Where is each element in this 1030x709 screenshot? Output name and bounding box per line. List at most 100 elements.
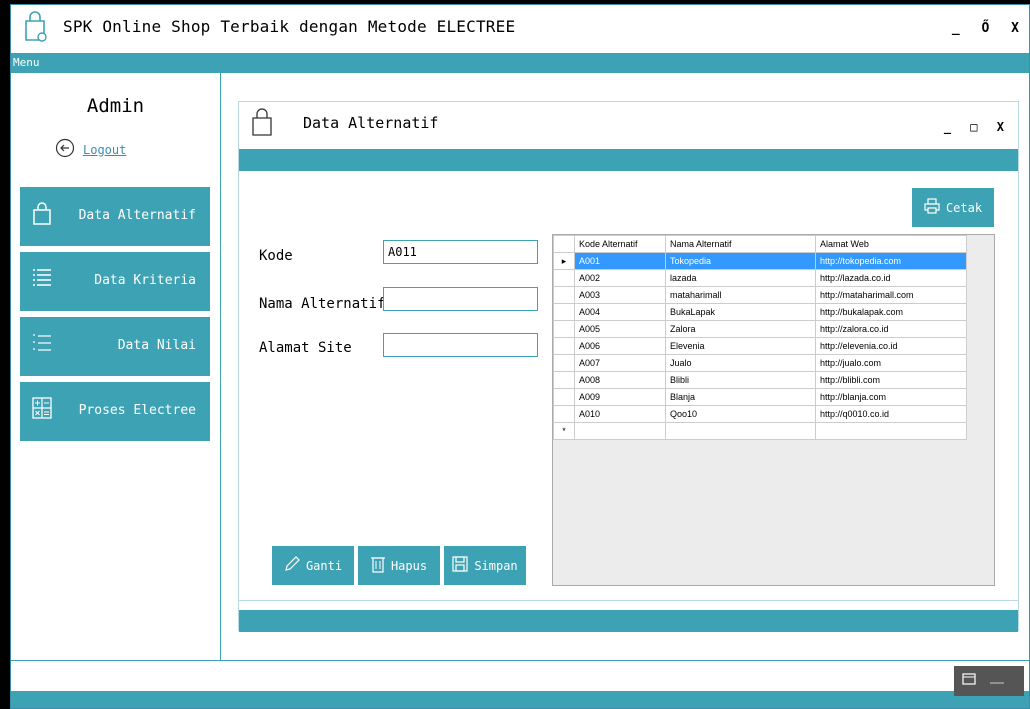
nama-alternatif-input[interactable]	[383, 287, 538, 311]
kode-input[interactable]	[383, 240, 538, 264]
table-cell[interactable]: mataharimall	[665, 286, 816, 304]
table-row[interactable]: A006 Elevenia http://elevenia.co.id	[553, 337, 967, 355]
app-window: SPK Online Shop Terbaik dengan Metode EL…	[10, 4, 1030, 709]
table-cell[interactable]	[815, 422, 967, 440]
row-selector[interactable]	[553, 388, 575, 406]
table-cell[interactable]: Jualo	[665, 354, 816, 372]
table-cell[interactable]: http://mataharimall.com	[815, 286, 967, 304]
row-selector[interactable]	[553, 286, 575, 304]
table-row[interactable]: A009 Blanja http://blanja.com	[553, 388, 967, 406]
close-button[interactable]: X	[1011, 21, 1019, 36]
table-cell[interactable]: A005	[574, 320, 666, 338]
maximize-button[interactable]: □	[970, 120, 977, 134]
table-cell[interactable]: Tokopedia	[665, 252, 816, 270]
sidebar-item-proses-electree[interactable]: Proses Electree	[20, 382, 210, 441]
table-cell[interactable]: http://zalora.co.id	[815, 320, 967, 338]
title-bar: SPK Online Shop Terbaik dengan Metode EL…	[11, 5, 1029, 53]
table-cell[interactable]: A001	[574, 252, 666, 270]
column-header[interactable]: Alamat Web	[815, 235, 967, 253]
row-selector[interactable]	[553, 354, 575, 372]
table-cell[interactable]: http://lazada.co.id	[815, 269, 967, 287]
alamat-site-input[interactable]	[383, 333, 538, 357]
minimize-button[interactable]: _	[944, 120, 951, 134]
row-selector[interactable]	[553, 320, 575, 338]
window-restore-icon[interactable]	[962, 673, 976, 689]
arrow-left-icon[interactable]	[55, 138, 75, 162]
list-icon	[32, 267, 52, 293]
table-cell[interactable]: A004	[574, 303, 666, 321]
numbered-list-icon	[32, 332, 52, 358]
table-cell[interactable]	[665, 422, 816, 440]
new-row[interactable]: *	[553, 422, 967, 440]
sidebar-item-data-alternatif[interactable]: Data Alternatif	[20, 187, 210, 246]
table-cell[interactable]: Elevenia	[665, 337, 816, 355]
table-row[interactable]: A010 Qoo10 http://q0010.co.id	[553, 405, 967, 423]
table-cell[interactable]: A009	[574, 388, 666, 406]
data-grid[interactable]: Kode Alternatif Nama Alternatif Alamat W…	[552, 234, 995, 586]
row-selector[interactable]: ▸	[553, 252, 575, 270]
table-cell[interactable]: A006	[574, 337, 666, 355]
ganti-label: Ganti	[305, 558, 343, 573]
window-title: Data Alternatif	[303, 114, 439, 132]
maximize-button[interactable]: Ő	[982, 21, 990, 36]
alamat-site-label: Alamat Site	[259, 340, 352, 356]
sidebar: Admin Logout Data Alternatif Data Kriter…	[11, 73, 221, 660]
table-row[interactable]: A005 Zalora http://zalora.co.id	[553, 320, 967, 338]
table-cell[interactable]: BukaLapak	[665, 303, 816, 321]
table-cell[interactable]: http://tokopedia.com	[815, 252, 967, 270]
table-header-row: Kode Alternatif Nama Alternatif Alamat W…	[553, 235, 967, 253]
table-cell[interactable]: lazada	[665, 269, 816, 287]
table-row[interactable]: A003 mataharimall http://mataharimall.co…	[553, 286, 967, 304]
dash-icon[interactable]	[990, 673, 1004, 689]
menu-item[interactable]: Menu	[13, 56, 40, 69]
logout-link[interactable]: Logout	[83, 143, 126, 157]
bottom-bar	[11, 691, 1029, 708]
sidebar-item-data-nilai[interactable]: Data Nilai	[20, 317, 210, 376]
calculator-icon	[32, 397, 52, 423]
table-cell[interactable]: A008	[574, 371, 666, 389]
window-controls: _ Ő X	[938, 21, 1019, 36]
column-header[interactable]: Nama Alternatif	[665, 235, 816, 253]
alternatif-table: Kode Alternatif Nama Alternatif Alamat W…	[553, 235, 967, 440]
table-cell[interactable]: http://bukalapak.com	[815, 303, 967, 321]
table-cell[interactable]: Zalora	[665, 320, 816, 338]
row-selector[interactable]	[553, 303, 575, 321]
table-row[interactable]: A007 Jualo http://jualo.com	[553, 354, 967, 372]
table-row[interactable]: A004 BukaLapak http://bukalapak.com	[553, 303, 967, 321]
table-cell[interactable]: A010	[574, 405, 666, 423]
table-cell[interactable]: Qoo10	[665, 405, 816, 423]
table-cell[interactable]: A007	[574, 354, 666, 372]
table-cell[interactable]: http://blibli.com	[815, 371, 967, 389]
table-cell[interactable]: A002	[574, 269, 666, 287]
column-header[interactable]: Kode Alternatif	[574, 235, 666, 253]
simpan-button[interactable]: Simpan	[444, 546, 526, 585]
hapus-label: Hapus	[390, 558, 428, 573]
table-row[interactable]: ▸ A001 Tokopedia http://tokopedia.com	[553, 252, 967, 270]
taskbar-tray	[954, 666, 1024, 696]
table-cell[interactable]: http://elevenia.co.id	[815, 337, 967, 355]
footer-divider	[239, 600, 1018, 601]
data-alternatif-window: Data Alternatif _ □ X Cetak Kode Nama Al…	[238, 101, 1019, 632]
minimize-button[interactable]: _	[952, 21, 960, 36]
table-row[interactable]: A002 lazada http://lazada.co.id	[553, 269, 967, 287]
row-selector[interactable]	[553, 371, 575, 389]
table-cell[interactable]: http://blanja.com	[815, 388, 967, 406]
sidebar-item-data-kriteria[interactable]: Data Kriteria	[20, 252, 210, 311]
ganti-button[interactable]: Ganti	[272, 546, 354, 585]
table-cell[interactable]: Blanja	[665, 388, 816, 406]
cetak-button[interactable]: Cetak	[912, 188, 994, 227]
table-cell[interactable]: http://jualo.com	[815, 354, 967, 372]
table-row[interactable]: A008 Blibli http://blibli.com	[553, 371, 967, 389]
row-selector[interactable]	[553, 405, 575, 423]
table-cell[interactable]: http://q0010.co.id	[815, 405, 967, 423]
hapus-button[interactable]: Hapus	[358, 546, 440, 585]
app-title: SPK Online Shop Terbaik dengan Metode EL…	[63, 17, 516, 36]
row-selector[interactable]: *	[553, 422, 575, 440]
row-selector[interactable]	[553, 269, 575, 287]
table-cell[interactable]: A003	[574, 286, 666, 304]
close-button[interactable]: X	[997, 120, 1004, 134]
logout-control[interactable]: Logout	[55, 138, 126, 162]
row-selector[interactable]	[553, 337, 575, 355]
table-cell[interactable]: Blibli	[665, 371, 816, 389]
table-cell[interactable]	[574, 422, 666, 440]
